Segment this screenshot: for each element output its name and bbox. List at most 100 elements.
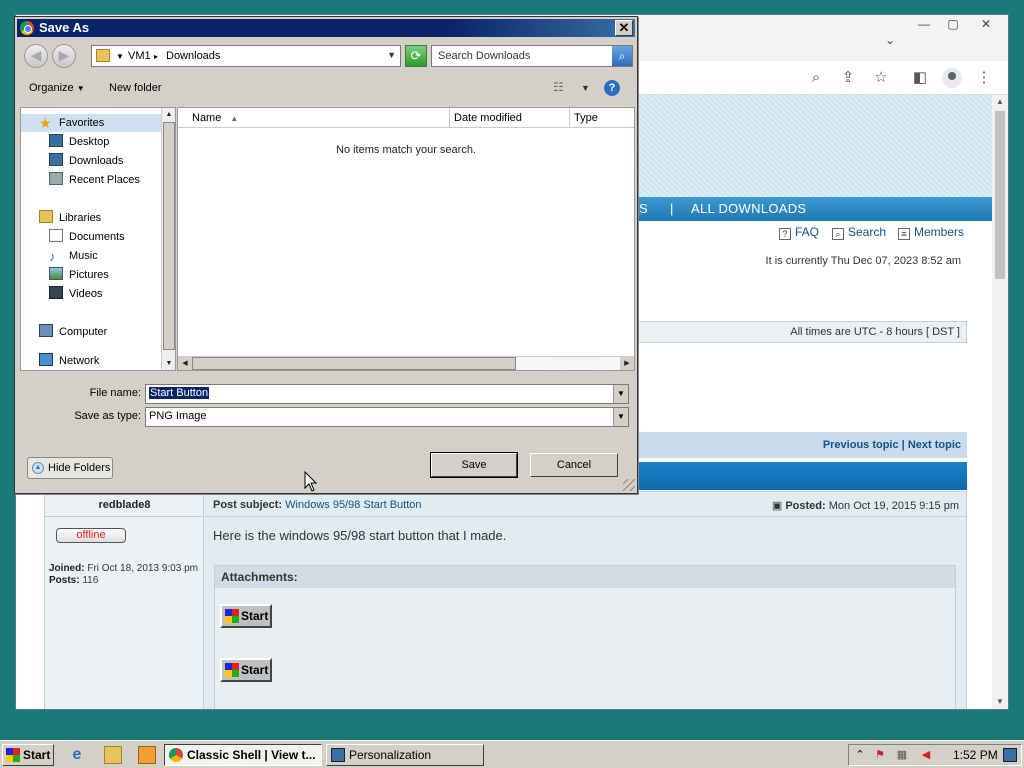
nav-all-downloads[interactable]: ALL DOWNLOADS (691, 201, 806, 216)
taskbar-item-personalization[interactable]: Personalization (326, 744, 484, 766)
posted-label: Posted: (785, 500, 826, 512)
sidebar-icon[interactable]: ◧ (910, 68, 930, 88)
nav-label: Libraries (59, 212, 102, 224)
profile-icon[interactable] (942, 68, 962, 88)
file-name-dropdown-icon[interactable]: ▼ (613, 385, 628, 403)
volume-muted-icon[interactable]: ◀ (919, 748, 933, 762)
attachment-image[interactable]: Start (220, 604, 272, 628)
new-folder-button[interactable]: New folder (109, 82, 162, 94)
cancel-button[interactable]: Cancel (530, 453, 618, 477)
members-link[interactable]: ≡ Members (898, 225, 964, 240)
scroll-up-arrow-icon[interactable]: ▲ (162, 108, 175, 121)
column-name[interactable]: Name ▲ (178, 108, 450, 128)
search-icon[interactable]: ⌕ (612, 46, 632, 66)
search-label: Search (848, 225, 887, 239)
file-name-value: Start Button (149, 387, 210, 399)
previous-topic-link[interactable]: Previous topic (823, 439, 899, 451)
start-button[interactable]: Start (2, 744, 54, 766)
nav-label: Pictures (69, 269, 109, 281)
scroll-right-arrow-icon[interactable]: ▶ (620, 357, 634, 370)
post-icon[interactable]: ▣ (772, 500, 782, 512)
explorer-folder-icon[interactable] (104, 746, 122, 764)
show-desktop-icon[interactable] (1003, 748, 1017, 762)
clock[interactable]: 1:52 PM (953, 748, 998, 762)
save-type-dropdown-icon[interactable]: ▼ (613, 408, 628, 426)
taskbar-item-chrome[interactable]: Classic Shell | View t... (164, 744, 322, 766)
nav-libraries[interactable]: Libraries (21, 209, 101, 227)
help-icon[interactable]: ? (604, 80, 620, 96)
nav-downloads[interactable]: Downloads (21, 152, 123, 170)
nav-videos[interactable]: Videos (21, 285, 102, 303)
scroll-down-arrow-icon[interactable]: ▼ (992, 695, 1008, 709)
column-type[interactable]: Type (570, 108, 634, 128)
forward-button[interactable]: ▶ (52, 44, 76, 68)
nav-network[interactable]: Network (21, 352, 99, 370)
column-date-modified[interactable]: Date modified (450, 108, 570, 128)
tab-list-chevron-icon[interactable]: ⌄ (878, 33, 902, 49)
search-input[interactable]: Search Downloads ⌕ (431, 45, 633, 67)
maximize-button[interactable]: ▢ (941, 17, 965, 33)
media-player-icon[interactable] (138, 746, 156, 764)
attachment-image[interactable]: Start (220, 658, 272, 682)
members-icon: ≡ (898, 228, 910, 240)
author-name[interactable]: redblade8 (45, 499, 204, 511)
scrollbar-thumb[interactable] (163, 122, 175, 350)
menu-icon[interactable]: ⋮ (974, 68, 994, 88)
subject-link[interactable]: Windows 95/98 Start Button (285, 499, 421, 511)
faq-link[interactable]: ? FAQ (779, 225, 819, 240)
nav-partial-item[interactable]: S (639, 201, 648, 216)
path-folder[interactable]: Downloads (166, 50, 220, 62)
views-dropdown-icon[interactable]: ▼ (581, 83, 590, 93)
dialog-close-button[interactable]: ✕ (615, 20, 633, 36)
nav-documents[interactable]: Documents (21, 228, 125, 246)
dialog-titlebar[interactable]: Save As ✕ (17, 19, 635, 37)
minimize-button[interactable]: — (912, 17, 936, 33)
save-type-value: PNG Image (149, 410, 207, 422)
nav-desktop[interactable]: Desktop (21, 133, 109, 151)
action-center-icon[interactable]: ⚑ (873, 748, 887, 762)
start-label: Start (23, 748, 51, 762)
nav-music[interactable]: ♪ Music (21, 247, 98, 265)
internet-explorer-icon[interactable]: e (68, 746, 86, 764)
views-icon[interactable]: ☷ (553, 80, 569, 96)
next-topic-link[interactable]: Next topic (908, 439, 961, 451)
path-separator-icon[interactable]: ▸ (154, 52, 158, 61)
path-dropdown-icon[interactable]: ▼ (387, 50, 396, 60)
scroll-up-arrow-icon[interactable]: ▲ (992, 95, 1008, 109)
author-column: redblade8 offline Joined: Fri Oct 18, 20… (45, 492, 204, 709)
desktop-icon (49, 134, 63, 147)
resize-grip-icon[interactable] (623, 479, 635, 491)
music-icon: ♪ (49, 249, 56, 264)
hide-folders-button[interactable]: ▲ Hide Folders (27, 457, 113, 479)
path-chevron-icon[interactable]: ▼ (116, 52, 124, 61)
path-bar[interactable]: ▼ VM1 ▸ Downloads ▼ (91, 45, 401, 67)
page-scrollbar[interactable]: ▲ ▼ (992, 95, 1008, 709)
nav-pane-scrollbar[interactable]: ▲ ▼ (161, 108, 175, 370)
scrollbar-thumb[interactable] (995, 111, 1005, 279)
scroll-left-arrow-icon[interactable]: ◀ (178, 357, 192, 370)
scroll-down-arrow-icon[interactable]: ▼ (162, 357, 175, 370)
save-button[interactable]: Save (430, 452, 518, 478)
nav-recent-places[interactable]: Recent Places (21, 171, 140, 189)
close-window-button[interactable]: ✕ (974, 17, 998, 33)
organize-button[interactable]: Organize ▼ (29, 82, 85, 94)
path-root[interactable]: VM1 (128, 50, 151, 62)
search-link[interactable]: ⌕ Search (832, 225, 886, 240)
star-icon[interactable]: ☆ (871, 68, 891, 88)
search-icon[interactable]: ⌕ (806, 68, 826, 88)
nav-favorites[interactable]: ★ Favorites (21, 114, 163, 132)
show-hidden-icons-icon[interactable]: ⌃ (853, 748, 867, 762)
file-name-input[interactable]: Start Button ▼ (145, 384, 629, 404)
nav-pictures[interactable]: Pictures (21, 266, 109, 284)
share-icon[interactable]: ⇪ (838, 68, 858, 88)
network-tray-icon[interactable]: ▦ (895, 748, 909, 762)
back-button[interactable]: ◀ (24, 44, 48, 68)
save-type-select[interactable]: PNG Image ▼ (145, 407, 629, 427)
nav-separator: | (670, 201, 674, 216)
refresh-button[interactable]: ⟳ (405, 45, 427, 67)
file-list-hscrollbar[interactable]: ◀ ▶ (178, 356, 634, 370)
nav-computer[interactable]: Computer (21, 323, 107, 341)
scrollbar-thumb[interactable] (192, 357, 516, 370)
post-body: Post subject: Windows 95/98 Start Button… (205, 492, 966, 709)
windows-flag-icon (225, 609, 239, 623)
